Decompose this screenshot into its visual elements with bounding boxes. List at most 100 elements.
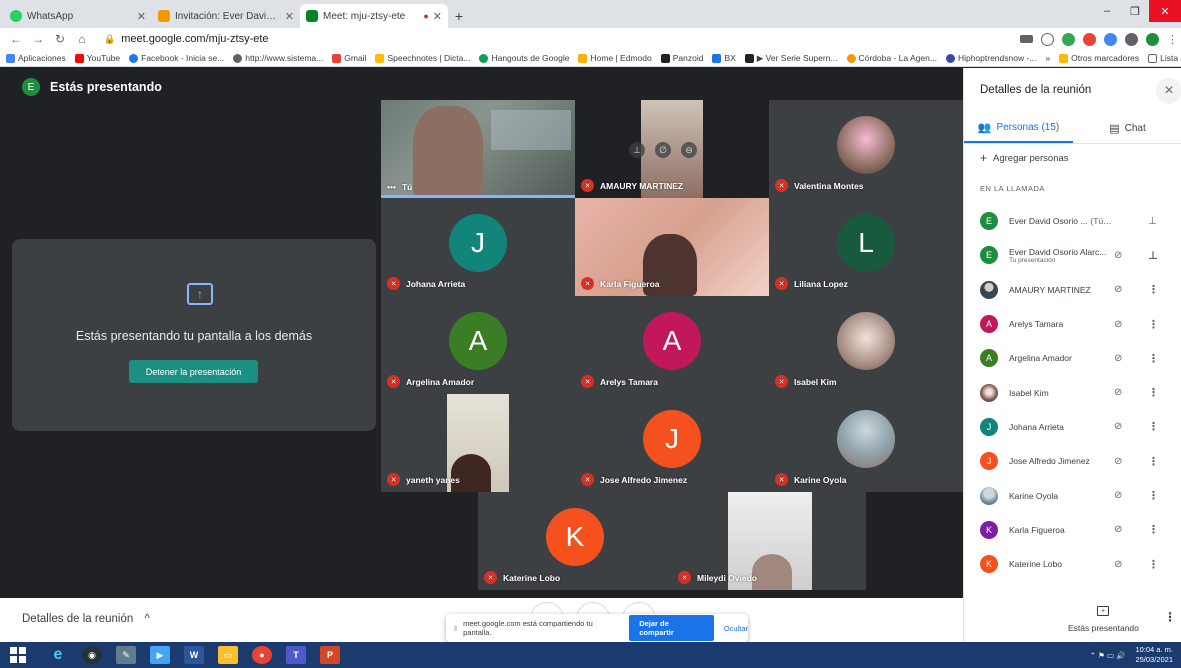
teams-icon[interactable]: T <box>286 646 306 664</box>
bookmark-hiphop[interactable]: Hiphoptrendsnow -... <box>945 53 1036 63</box>
pin-icon[interactable]: ⊥ <box>629 142 645 158</box>
mic-off-icon[interactable]: ⊘ <box>1114 387 1122 398</box>
participant-tile[interactable]: ✕ Karine Oyola <box>769 394 963 492</box>
mic-off-icon[interactable]: ⊘ <box>1114 456 1122 467</box>
more-options-icon[interactable]: ⋮ <box>1148 489 1159 502</box>
clock[interactable]: 10:04 a. m. 25/03/2021 <box>1135 645 1173 665</box>
list-item[interactable]: A Argelina Amador ⊘ ⋮ <box>964 341 1181 375</box>
pin-icon[interactable]: ⊥ <box>1148 216 1157 227</box>
mic-off-icon[interactable]: ⊘ <box>1114 559 1122 570</box>
more-options-icon[interactable]: ⋮ <box>1148 455 1159 468</box>
more-options-icon[interactable]: ⋮ <box>1148 352 1159 365</box>
minimize-button[interactable]: – <box>1093 0 1121 22</box>
mic-off-icon[interactable]: ⊘ <box>1114 524 1122 535</box>
home-icon[interactable]: ⌂ <box>74 32 90 46</box>
bookmark-youtube[interactable]: YouTube <box>74 53 120 63</box>
participant-tile[interactable]: J ✕ Jose Alfredo Jimenez <box>575 394 769 492</box>
participant-tile[interactable]: J ✕ Johana Arrieta <box>381 198 575 296</box>
media-icon[interactable]: ◉ <box>82 646 102 664</box>
participant-tile[interactable]: ⊥ ∅ ⊖ ✕ AMAURY MARTINEZ <box>575 100 769 198</box>
more-options-icon[interactable]: ⋮ <box>1148 558 1159 571</box>
tab-people[interactable]: 👥 Personas (15) <box>964 114 1073 143</box>
stop-sharing-button[interactable]: Dejar de compartir <box>629 615 714 641</box>
list-item[interactable]: K Karla Figueroa ⊘ ⋮ <box>964 513 1181 547</box>
list-item[interactable]: E Ever David Osorio Alarc... Tu presenta… <box>964 238 1181 272</box>
participant-tile[interactable]: ••• Tú <box>381 100 575 198</box>
list-item[interactable]: J Johana Arrieta ⊘ ⋮ <box>964 410 1181 444</box>
back-icon[interactable]: ← <box>8 32 24 46</box>
add-people-button[interactable]: + Agregar personas <box>980 151 1069 165</box>
participant-tile[interactable]: A ✕ Arelys Tamara <box>575 296 769 394</box>
reload-icon[interactable]: ↻ <box>52 32 68 46</box>
profile-icon[interactable] <box>1146 32 1159 46</box>
paint-icon[interactable]: ✎ <box>116 646 136 664</box>
file-explorer-icon[interactable]: ▭ <box>218 646 238 664</box>
menu-icon[interactable]: ⋮ <box>1167 33 1178 46</box>
drag-handle-icon[interactable]: ‖ <box>454 624 457 633</box>
remove-icon[interactable]: ⊖ <box>681 142 697 158</box>
bookmark-hangouts[interactable]: Hangouts de Google <box>479 53 569 63</box>
more-options-icon[interactable]: ⋮ <box>1148 318 1159 331</box>
word-icon[interactable]: W <box>184 646 204 664</box>
bookmark-serie[interactable]: ▶ Ver Serie Supern... <box>744 53 838 64</box>
reading-list[interactable]: Lista de lectura <box>1148 53 1181 63</box>
more-options-icon[interactable]: ⋮ <box>1148 386 1159 399</box>
participant-tile[interactable]: ✕ Karla Figueroa <box>575 198 769 296</box>
list-item[interactable]: Isabel Kim ⊘ ⋮ <box>964 375 1181 409</box>
list-item[interactable]: E Ever David Osorio ...(Tú)••• ⊥ <box>964 204 1181 238</box>
windows-start-icon[interactable] <box>10 647 26 663</box>
more-options-icon[interactable]: ⋮ <box>1148 523 1159 536</box>
bookmark-edmodo[interactable]: Home | Edmodo <box>578 53 652 63</box>
mic-off-icon[interactable]: ⊘ <box>1114 250 1122 261</box>
tab-chat[interactable]: ▤ Chat <box>1073 114 1181 143</box>
participant-tile[interactable]: A ✕ Argelina Amador <box>381 296 575 394</box>
list-item[interactable]: Karine Oyola ⊘ ⋮ <box>964 478 1181 512</box>
close-icon[interactable]: × <box>1156 78 1181 104</box>
new-tab-button[interactable]: + <box>448 4 470 28</box>
tab-close-icon[interactable]: ✕ <box>137 10 146 23</box>
mic-off-icon[interactable]: ⊘ <box>1114 421 1122 432</box>
forward-icon[interactable]: → <box>30 32 46 46</box>
adblock-icon[interactable] <box>1083 32 1096 46</box>
mic-off-icon[interactable]: ⊘ <box>1114 490 1122 501</box>
other-bookmarks[interactable]: Otros marcadores <box>1059 53 1139 63</box>
stop-presenting-button[interactable]: Detener la presentación <box>129 360 258 383</box>
list-item[interactable]: AMAURY MARTINEZ ⊘ ⋮ <box>964 273 1181 307</box>
bookmark-facebook[interactable]: Facebook - Inicia se... <box>129 53 224 63</box>
shield-icon[interactable] <box>1062 32 1075 46</box>
edge-icon[interactable]: e <box>48 646 68 664</box>
tray-icons[interactable]: ⌃ ⚑ ▭ 🔊 <box>1090 651 1126 660</box>
extension-icon[interactable] <box>1104 32 1117 46</box>
maximize-button[interactable]: ❐ <box>1121 0 1149 22</box>
bookmark-apps[interactable]: Aplicaciones <box>6 53 66 63</box>
tab-close-icon[interactable]: ✕ <box>433 10 442 23</box>
tab-invitation[interactable]: Invitación: Ever David Osorio Ala ✕ <box>152 4 300 28</box>
puzzle-icon[interactable] <box>1125 32 1138 46</box>
pin-icon[interactable]: ⊥ <box>1148 249 1158 262</box>
more-options-icon[interactable]: ⋮ <box>1148 283 1159 296</box>
url-field[interactable]: 🔒 meet.google.com/mju-ztsy-ete <box>96 30 1020 48</box>
meeting-details-toggle[interactable]: Detalles de la reunión ^ <box>22 613 150 625</box>
cast-icon[interactable] <box>1020 35 1033 43</box>
chrome-icon[interactable]: ● <box>252 646 272 664</box>
participant-tile[interactable]: ✕ yaneth yanes <box>381 394 575 492</box>
list-item[interactable]: K Katerine Lobo ⊘ ⋮ <box>964 547 1181 581</box>
participant-tile[interactable]: ✕ Isabel Kim <box>769 296 963 394</box>
participant-tile[interactable]: L ✕ Liliana Lopez <box>769 198 963 296</box>
bookmark-speechnotes[interactable]: Speechnotes | Dicta... <box>375 53 470 63</box>
tab-meet[interactable]: Meet: mju-ztsy-ete ● ✕ <box>300 4 448 28</box>
bookmarks-overflow[interactable]: » <box>1045 53 1050 63</box>
powerpoint-icon[interactable]: P <box>320 646 340 664</box>
participant-tile[interactable]: ✕ Valentina Montes <box>769 100 963 198</box>
more-options-icon[interactable]: ⋮ <box>1164 610 1176 624</box>
list-item[interactable]: J Jose Alfredo Jimenez ⊘ ⋮ <box>964 444 1181 478</box>
mute-icon[interactable]: ∅ <box>655 142 671 158</box>
bookmark-cordoba[interactable]: Córdoba - La Agen... <box>846 53 937 63</box>
participant-tile[interactable]: ✕ Mileydi Oviedo <box>672 492 866 590</box>
mic-off-icon[interactable]: ⊘ <box>1114 319 1122 330</box>
video-player-icon[interactable]: ▶ <box>150 646 170 664</box>
hide-button[interactable]: Ocultar <box>724 624 748 633</box>
star-icon[interactable] <box>1041 32 1054 46</box>
bookmark-panzoid[interactable]: Panzoid <box>660 53 703 63</box>
tab-whatsapp[interactable]: WhatsApp ✕ <box>4 4 152 28</box>
